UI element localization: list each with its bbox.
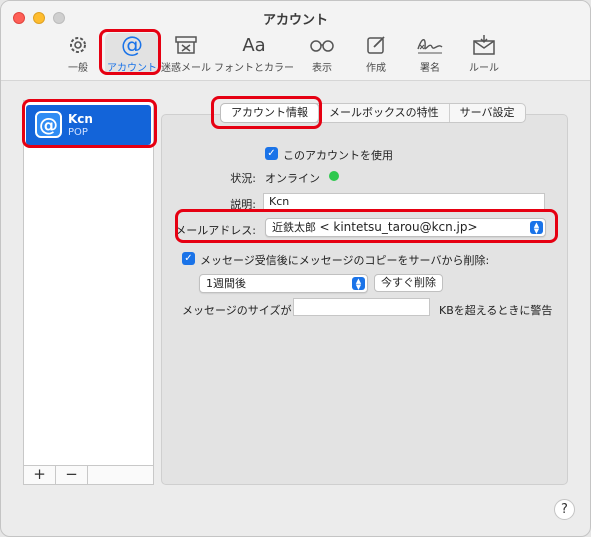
email-address-popup[interactable]: 近鉄太郎 < kintetsu_tarou@kcn.jp> ▲ ▼	[265, 218, 546, 237]
updown-arrows-icon: ▲ ▼	[352, 277, 365, 291]
size-warning-suffix: KBを超えるときに警告	[439, 304, 553, 317]
rules-icon	[470, 33, 498, 57]
description-field[interactable]: Kcn	[263, 193, 545, 211]
status-label: 状況:	[230, 172, 256, 185]
status-online-indicator	[329, 171, 339, 181]
tab-server-settings[interactable]: サーバ設定	[450, 104, 525, 122]
add-account-button[interactable]: +	[24, 466, 56, 484]
settings-tabs: アカウント情報 メールボックスの特性 サーバ設定	[220, 103, 526, 123]
toolbar-viewing-label: 表示	[312, 63, 332, 74]
toolbar-rules[interactable]: ルール	[457, 33, 511, 75]
description-label: 説明:	[230, 198, 256, 211]
updown-arrows-icon: ▲ ▼	[530, 221, 543, 235]
email-label: メールアドレス:	[175, 224, 256, 237]
toolbar-composing[interactable]: 作成	[349, 33, 403, 75]
size-warning-field[interactable]	[293, 298, 430, 316]
window-title: アカウント	[262, 13, 328, 28]
toolbar-signatures[interactable]: 署名	[403, 33, 457, 75]
toolbar-accounts[interactable]: @ アカウント	[105, 33, 159, 75]
compose-icon	[362, 33, 390, 57]
remove-period-popup[interactable]: 1週間後 ▲ ▼	[199, 274, 368, 293]
remove-copy-checkbox[interactable]: ✓	[182, 252, 195, 265]
email-address: < kintetsu_tarou@kcn.jp>	[319, 220, 478, 234]
account-type: POP	[68, 127, 88, 138]
at-account-icon: @	[35, 111, 62, 138]
use-account-label: このアカウントを使用	[283, 149, 393, 162]
toolbar-general-label: 一般	[68, 63, 88, 74]
toolbar-junk[interactable]: 迷惑メール	[159, 33, 213, 75]
title-bar: アカウント 一般 @ アカウント 迷惑メール Aa フォントとカラー 表示 作成…	[1, 1, 590, 81]
at-icon: @	[121, 32, 143, 58]
tab-account-info[interactable]: アカウント情報	[221, 104, 319, 122]
email-display-name: 近鉄太郎	[272, 221, 316, 234]
toolbar-signatures-label: 署名	[420, 63, 440, 74]
remove-now-button[interactable]: 今すぐ削除	[374, 274, 443, 292]
toolbar-viewing[interactable]: 表示	[295, 33, 349, 75]
tab-mailbox-behaviors[interactable]: メールボックスの特性	[319, 104, 450, 122]
preferences-window: アカウント 一般 @ アカウント 迷惑メール Aa フォントとカラー 表示 作成…	[0, 0, 591, 537]
use-account-checkbox[interactable]: ✓	[265, 147, 278, 160]
toolbar-composing-label: 作成	[366, 63, 386, 74]
accounts-list: @ Kcn POP + −	[23, 100, 154, 485]
toolbar-rules-label: ルール	[469, 63, 499, 74]
font-icon: Aa	[242, 34, 266, 56]
remove-account-button[interactable]: −	[56, 466, 88, 484]
glasses-icon	[308, 33, 336, 57]
account-row-kcn[interactable]: @ Kcn POP	[26, 105, 151, 145]
toolbar-junk-label: 迷惑メール	[161, 63, 211, 74]
accounts-list-footer: + −	[24, 465, 153, 484]
remove-period-value: 1週間後	[206, 277, 246, 290]
size-warning-prefix: メッセージのサイズが	[182, 304, 292, 317]
toolbar-fonts-colors-label: フォントとカラー	[214, 63, 294, 74]
gear-icon	[64, 33, 92, 57]
signature-icon	[416, 33, 444, 57]
help-button[interactable]: ?	[554, 499, 575, 520]
toolbar-general[interactable]: 一般	[51, 33, 105, 75]
toolbar-accounts-label: アカウント	[107, 63, 157, 74]
preferences-toolbar: 一般 @ アカウント 迷惑メール Aa フォントとカラー 表示 作成 署名 ルー…	[51, 33, 511, 79]
account-name: Kcn	[68, 112, 93, 126]
status-value: オンライン	[265, 172, 320, 185]
remove-copy-label: メッセージ受信後にメッセージのコピーをサーバから削除:	[200, 254, 490, 267]
toolbar-fonts-colors[interactable]: Aa フォントとカラー	[213, 33, 295, 75]
junk-icon	[172, 33, 200, 57]
